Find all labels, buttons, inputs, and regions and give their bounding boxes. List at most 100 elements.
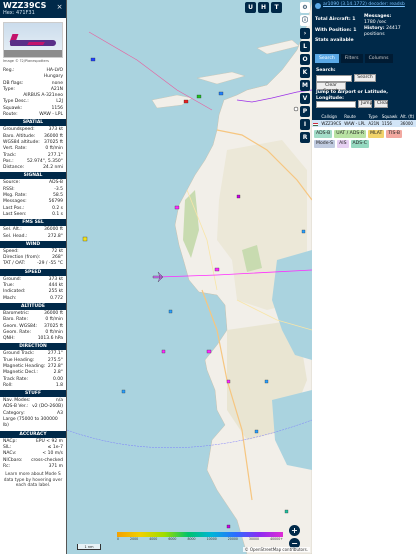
info-label: Last Seen: [3, 211, 27, 217]
legend-tisb[interactable]: TIS-B [386, 130, 403, 138]
aircraft-marker[interactable] [161, 349, 166, 354]
aircraft-marker[interactable] [121, 389, 126, 394]
legend-adsc[interactable]: ADS-C [350, 140, 369, 148]
map-button-t[interactable]: T [271, 2, 282, 13]
row-altitude: 36000 [399, 120, 416, 127]
jump-clear-button[interactable]: Clear [374, 100, 389, 108]
close-icon[interactable]: × [56, 3, 63, 12]
photo-ground [4, 50, 62, 57]
altitude-tick-label: 6000 [168, 537, 177, 541]
column-type[interactable]: Type [367, 113, 381, 120]
with-position: With Position: 1 [315, 28, 357, 33]
aircraft-marker[interactable] [236, 194, 241, 199]
clear-search-button[interactable]: Clear Search [316, 82, 346, 94]
info-label: Type: [3, 86, 15, 92]
table-row[interactable]: WZZ39CS WAW - LPL A21N 1156 36000 [312, 120, 416, 127]
info-label: Roll: [3, 382, 13, 388]
section-header[interactable]: SPATIAL [0, 119, 66, 127]
aircraft-table: Callsign Route Type Squawk Alt. (ft) WZZ… [312, 113, 416, 127]
search-label: Search: [316, 68, 336, 73]
settings-icon[interactable]: ⚙ [300, 2, 310, 13]
map-canvas[interactable] [67, 0, 312, 554]
aircraft-marker[interactable] [196, 94, 202, 99]
column-altitude[interactable]: Alt. (ft) [399, 113, 416, 120]
aircraft-marker[interactable] [284, 509, 289, 514]
version-text[interactable]: ar1090 (3.14.1772) decoder: readsb [323, 2, 405, 7]
search-button[interactable]: Search [354, 74, 376, 82]
aircraft-marker[interactable] [264, 379, 269, 384]
toolbar-button-l[interactable]: L [300, 41, 310, 52]
map-view[interactable]: U H T + − 1 nm 0 2000 4000 6000 8000 10000 200… [67, 0, 312, 554]
panel-tabs: Search Filters Columns [315, 54, 393, 63]
legend-modes[interactable]: Mode-S [314, 140, 336, 148]
jump-input[interactable] [316, 101, 356, 108]
section-header[interactable]: ALTITUDE [0, 302, 66, 310]
altitude-tick-label: 4000 [149, 537, 158, 541]
legend-uat-adsr[interactable]: UAT / ADS-R [334, 130, 367, 138]
aircraft-marker[interactable] [183, 99, 189, 104]
info-icon[interactable]: ⓘ [300, 15, 310, 26]
toolbar-button-r[interactable]: R [300, 132, 310, 143]
section-header[interactable]: SIGNAL [0, 172, 66, 180]
info-value: 24.2 nmi [43, 165, 63, 171]
map-button-u[interactable]: U [245, 2, 256, 13]
info-label: Route: [3, 112, 18, 118]
stats-available-link[interactable]: Stats available [315, 38, 354, 44]
aircraft-marker[interactable] [206, 349, 212, 354]
toolbar-button-m[interactable]: M [300, 80, 310, 91]
tab-search[interactable]: Search [315, 54, 339, 63]
toolbar-button-k[interactable]: K [300, 67, 310, 78]
aircraft-marker[interactable] [168, 309, 173, 314]
toolbar-button-i[interactable]: I [300, 119, 310, 130]
info-value: -29 / -55 °C [37, 261, 63, 267]
column-callsign[interactable]: Callsign [320, 113, 344, 120]
altitude-tick-label: 2000 [130, 537, 139, 541]
photo-wing [27, 42, 45, 45]
legend-adsb[interactable]: ADS-B [314, 130, 333, 138]
search-input[interactable] [316, 75, 352, 82]
aircraft-info-panel: WZZ39CS Hex: 471F31 × Image © ?2/Planesp… [0, 0, 67, 554]
aircraft-details: Reg.: HA-LVO Hungary DB flags: none Type: A21N… [0, 68, 66, 118]
aircraft-photo[interactable] [3, 22, 63, 58]
jump-button[interactable]: Jump [358, 100, 372, 108]
toolbar-button-o[interactable]: O [300, 54, 310, 65]
aircraft-hex: Hex: 471F31 [3, 10, 35, 16]
section-header[interactable]: WIND [0, 240, 66, 248]
tab-columns[interactable]: Columns [364, 54, 393, 63]
footnote-text: Learn more about Mode S data type by hov… [3, 472, 63, 489]
section-header[interactable]: ACCURACY [0, 430, 66, 438]
legend-mlat[interactable]: MLAT [368, 130, 385, 138]
collapse-icon[interactable]: › [300, 28, 310, 39]
info-row: Last Seen: 0.1 s [0, 212, 66, 218]
section-header[interactable]: FMS SEL [0, 219, 66, 227]
tab-filters[interactable]: Filters [340, 54, 363, 63]
info-label: Large (75000 to 300000 lb) [3, 417, 58, 429]
info-value: WAW - LPL [39, 112, 63, 118]
section-header[interactable]: DIRECTION [0, 343, 66, 351]
info-row: Route: WAW - LPL [0, 112, 66, 118]
column-flag[interactable] [312, 113, 321, 120]
aircraft-marker[interactable] [226, 524, 231, 529]
aircraft-marker[interactable] [82, 236, 88, 242]
aircraft-marker[interactable] [218, 91, 224, 96]
aircraft-marker[interactable] [226, 379, 231, 384]
side-toolbar: ⚙ ⓘ › L O K M V P I R [298, 0, 312, 554]
aircraft-marker[interactable] [254, 429, 259, 434]
aircraft-sections: SPATIAL Groundspeed: 373 kt Baro. Altitude:… [0, 119, 66, 470]
aircraft-marker[interactable] [90, 57, 96, 62]
toolbar-button-p[interactable]: P [300, 106, 310, 117]
info-value: 1013.6 hPa [37, 336, 63, 342]
table-header-row: Callsign Route Type Squawk Alt. (ft) [312, 113, 416, 120]
aircraft-marker[interactable] [214, 267, 220, 272]
column-route[interactable]: Route [343, 113, 368, 120]
legend-ais[interactable]: AIS [337, 140, 349, 148]
info-label: Distance: [3, 165, 25, 171]
photo-credit: Image © ?2/Planespotters [3, 59, 49, 63]
section-header[interactable]: STUFF [0, 390, 66, 398]
altitude-tick-label: 30000 [248, 537, 260, 541]
aircraft-marker[interactable] [174, 205, 180, 210]
map-button-h[interactable]: H [258, 2, 269, 13]
column-squawk[interactable]: Squawk [380, 113, 400, 120]
section-header[interactable]: SPEED [0, 268, 66, 276]
toolbar-button-v[interactable]: V [300, 93, 310, 104]
